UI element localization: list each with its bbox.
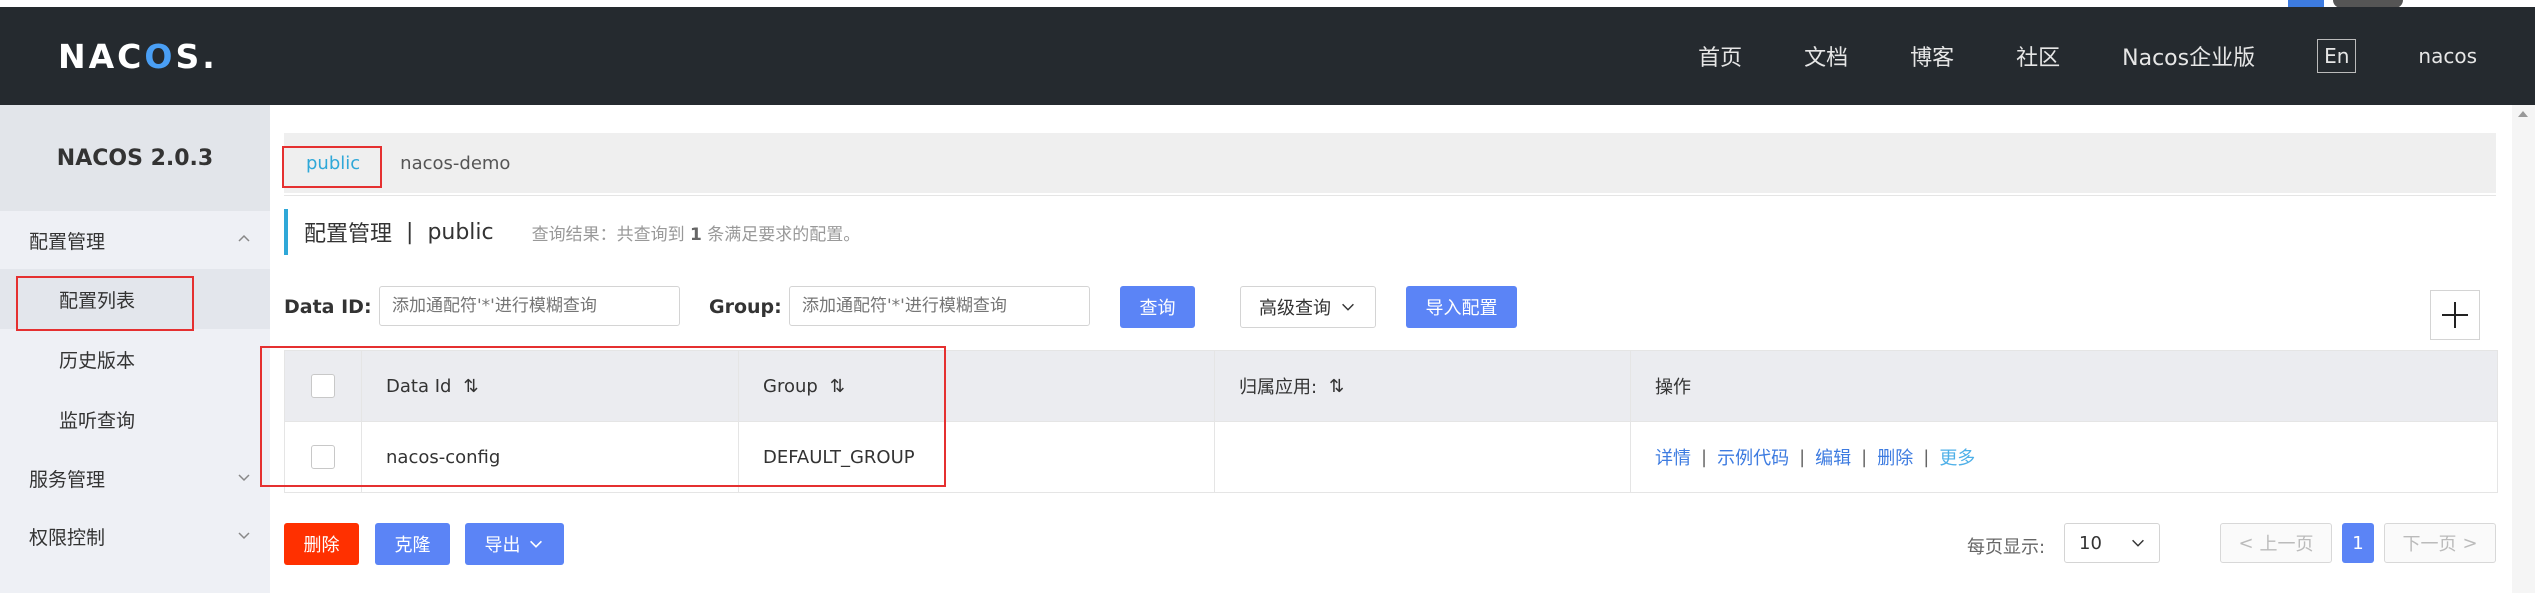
table-header: Data Id ⇅ Group ⇅ 归属应用: ⇅ 操作: [285, 351, 2497, 422]
cell-group: DEFAULT_GROUP: [739, 422, 1215, 492]
sidebar-group-label: 权限控制: [29, 526, 106, 549]
sidebar-item-config-list[interactable]: 配置列表: [0, 269, 270, 329]
top-nav-links: 首页 文档 博客 社区 Nacos企业版 En nacos: [1698, 7, 2535, 105]
batch-delete-button[interactable]: 删除: [284, 523, 359, 565]
column-group[interactable]: Group ⇅: [739, 351, 1215, 421]
column-data-id[interactable]: Data Id ⇅: [362, 351, 739, 421]
detail-link[interactable]: 详情: [1655, 444, 1691, 470]
cell-app: [1215, 422, 1631, 492]
cell-data-id: nacos-config: [362, 422, 739, 492]
namespace-bar: public nacos-demo: [284, 133, 2496, 193]
sidebar: NACOS 2.0.3 配置管理 配置列表 历史版本 监听查询 服务管理 权限控…: [0, 105, 270, 593]
page-title-namespace: public: [427, 219, 494, 245]
version-label: NACOS 2.0.3: [0, 105, 270, 211]
scroll-up-icon[interactable]: [2518, 111, 2528, 117]
nav-enterprise[interactable]: Nacos企业版: [2122, 40, 2255, 72]
sidebar-group-service[interactable]: 服务管理: [0, 449, 270, 507]
title-separator: |: [406, 219, 414, 245]
edit-link[interactable]: 编辑: [1815, 444, 1851, 470]
page-title: 配置管理 | public 查询结果：共查询到 1 条满足要求的配置。: [284, 209, 860, 255]
group-input[interactable]: [789, 286, 1090, 326]
language-toggle-button[interactable]: En: [2317, 39, 2357, 73]
chevron-down-icon: [238, 474, 250, 482]
scrollbar[interactable]: [2512, 105, 2535, 593]
add-config-button[interactable]: [2430, 290, 2480, 340]
row-checkbox[interactable]: [311, 445, 335, 469]
page-size-label: 每页显示:: [1967, 537, 2046, 558]
more-link[interactable]: 更多: [1939, 444, 1975, 470]
sidebar-group-label: 服务管理: [29, 468, 106, 491]
page-title-section: 配置管理: [304, 222, 393, 247]
nav-home[interactable]: 首页: [1698, 40, 1742, 72]
advanced-query-button[interactable]: 高级查询: [1240, 286, 1376, 328]
query-button[interactable]: 查询: [1120, 286, 1195, 328]
chevron-down-icon: [1342, 303, 1354, 311]
chevron-up-icon: [238, 234, 250, 242]
next-page-button[interactable]: 下一页 >: [2384, 523, 2496, 563]
sidebar-group-permission[interactable]: 权限控制: [0, 507, 270, 565]
table-row: nacos-config DEFAULT_GROUP 详情 | 示例代码 | 编…: [285, 422, 2497, 492]
header-checkbox-cell: [285, 351, 362, 421]
nacos-logo[interactable]: NACOS.: [58, 37, 218, 76]
sort-icon[interactable]: ⇅: [1329, 376, 1344, 397]
group-label: Group:: [709, 296, 782, 318]
divider: [284, 195, 2496, 196]
chevron-down-icon: [2132, 539, 2144, 547]
import-config-button[interactable]: 导入配置: [1406, 286, 1517, 328]
chevron-left-icon: <: [2238, 532, 2254, 554]
result-count: 1: [690, 224, 702, 245]
sidebar-item-history[interactable]: 历史版本: [0, 329, 270, 389]
sidebar-group-label: 配置管理: [29, 230, 106, 253]
clone-button[interactable]: 克隆: [375, 523, 450, 565]
chevron-down-icon: [529, 540, 542, 548]
namespace-tab-public[interactable]: public: [306, 153, 360, 174]
prev-page-button[interactable]: < 上一页: [2220, 523, 2332, 563]
sort-icon[interactable]: ⇅: [830, 376, 845, 397]
sidebar-item-listener-query[interactable]: 监听查询: [0, 389, 270, 449]
export-button[interactable]: 导出: [465, 523, 564, 565]
config-table: Data Id ⇅ Group ⇅ 归属应用: ⇅ 操作 nacos-confi…: [284, 350, 2498, 493]
sort-icon[interactable]: ⇅: [463, 376, 478, 397]
chevron-right-icon: >: [2462, 532, 2478, 554]
page-size-select[interactable]: 10: [2064, 523, 2160, 563]
namespace-tab-nacos-demo[interactable]: nacos-demo: [400, 153, 510, 174]
top-navbar: NACOS. 首页 文档 博客 社区 Nacos企业版 En nacos: [0, 7, 2535, 105]
nav-docs[interactable]: 文档: [1804, 40, 1848, 72]
data-id-label: Data ID:: [284, 296, 372, 318]
cell-actions: 详情 | 示例代码 | 编辑 | 删除 | 更多: [1631, 422, 2497, 492]
chevron-down-icon: [238, 532, 250, 540]
select-all-checkbox[interactable]: [311, 374, 335, 398]
query-result-hint: 查询结果：共查询到 1 条满足要求的配置。: [531, 224, 861, 245]
row-checkbox-cell: [285, 422, 362, 492]
data-id-input[interactable]: [379, 286, 680, 326]
nav-blog[interactable]: 博客: [1910, 40, 1954, 72]
nav-community[interactable]: 社区: [2016, 40, 2060, 72]
delete-link[interactable]: 删除: [1877, 444, 1913, 470]
column-actions: 操作: [1655, 377, 1691, 398]
current-page-button[interactable]: 1: [2342, 523, 2374, 563]
user-name[interactable]: nacos: [2418, 44, 2477, 68]
sample-code-link[interactable]: 示例代码: [1717, 444, 1789, 470]
column-app[interactable]: 归属应用: ⇅: [1215, 351, 1631, 421]
sidebar-group-config[interactable]: 配置管理: [0, 211, 270, 269]
